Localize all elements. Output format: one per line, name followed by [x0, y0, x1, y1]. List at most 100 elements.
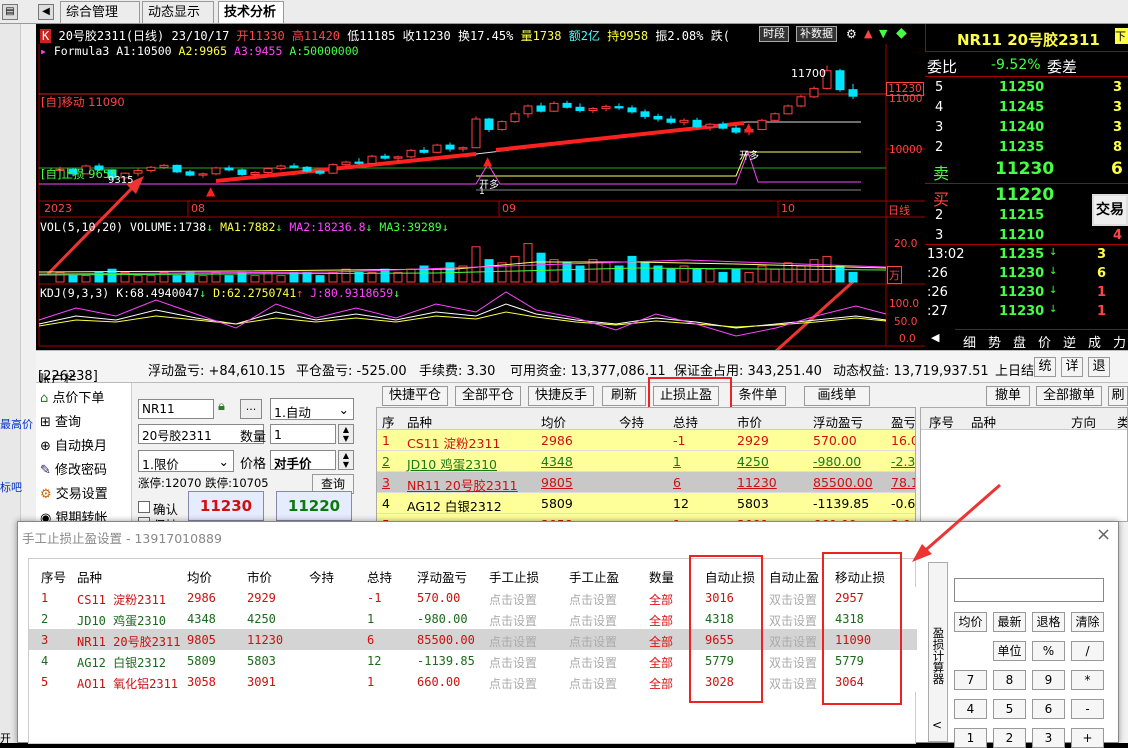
quote-corner-icon[interactable]: 下	[1115, 28, 1128, 44]
menu-trade-settings[interactable]: ⚙ 交易设置	[40, 483, 108, 502]
positions-col[interactable]: 均价	[541, 412, 566, 431]
table-row[interactable]: 4 AG12 白银2312 5809 12 5803 -1139.85 -0.6	[377, 493, 915, 514]
table-row[interactable]: 3 NR11 20号胶2311 9805 11230 6 85500.00 点击设置 点击设置…	[29, 629, 917, 650]
positions-col[interactable]: 浮动盈亏	[813, 412, 863, 431]
sell-button[interactable]: 11220	[276, 491, 352, 521]
calc-key[interactable]: 均价	[954, 612, 987, 632]
tab-trend[interactable]: 势	[988, 332, 1001, 351]
bid-price[interactable]: 11210	[999, 228, 1044, 243]
table-row[interactable]: 3NR11 20号胶2311980561123085500.0078.1	[377, 472, 915, 493]
calc-key[interactable]: 2	[993, 728, 1026, 748]
dialog-col[interactable]: 今持	[309, 567, 334, 586]
buy-price[interactable]: 11220	[995, 185, 1054, 205]
ask-price[interactable]: 11245	[999, 100, 1044, 115]
positions-col[interactable]: 品种	[407, 412, 432, 431]
dialog-col[interactable]: 浮动盈亏	[417, 567, 467, 586]
positions-col[interactable]: 总持	[673, 412, 698, 431]
tab-dynamic-board[interactable]: 动态显示牌	[142, 1, 214, 23]
sidebar-text-high[interactable]: 最高价	[0, 416, 33, 432]
menu-change-password[interactable]: ✎ 修改密码	[40, 459, 107, 478]
orders-col-product[interactable]: 品种	[971, 412, 996, 431]
dialog-col[interactable]: 手工止损	[489, 567, 539, 586]
orders-col-direction[interactable]: 方向	[1071, 412, 1096, 431]
positions-col[interactable]: 今持	[619, 412, 644, 431]
calc-key[interactable]: 1	[954, 728, 987, 748]
confirm-checkbox[interactable]	[138, 501, 150, 513]
kline-chart[interactable]: K 20号胶2311(日线) 23/10/17 开11330 高11420 低1…	[36, 24, 925, 350]
tab-technical-analysis[interactable]: 技术分析	[218, 1, 284, 23]
up-arrow-icon[interactable]: ▲	[864, 27, 872, 40]
tab-reverse[interactable]: 逆	[1063, 332, 1076, 351]
menu-query[interactable]: ⊞ 查询	[40, 411, 81, 430]
dialog-col[interactable]: 序号	[41, 567, 66, 586]
calc-key[interactable]: 6	[1032, 699, 1065, 719]
calc-key[interactable]: %	[1032, 641, 1065, 661]
expand-left-icon[interactable]: ◀	[931, 331, 939, 344]
cancel-order-button[interactable]: 撤单	[986, 386, 1030, 406]
dialog-col[interactable]: 总持	[367, 567, 392, 586]
positions-col[interactable]: 序	[382, 412, 395, 431]
fill-data-button[interactable]: 补数据	[796, 26, 837, 42]
settings-icon[interactable]: ⚙	[846, 27, 857, 41]
calc-key[interactable]: 最新	[993, 612, 1026, 632]
qty-stepper[interactable]: ▲ ▼	[338, 424, 354, 444]
lock-icon[interactable]: 🔒︎	[218, 399, 236, 419]
close-all-button[interactable]: 全部平仓	[455, 386, 521, 406]
refresh-orders-button[interactable]: 刷	[1108, 386, 1128, 406]
tab-force[interactable]: 力	[1113, 332, 1126, 351]
table-row[interactable]: 1CS11 淀粉23112986-12929570.0016.0	[377, 430, 915, 451]
quick-close-button[interactable]: 快捷平仓	[382, 386, 448, 406]
calc-key[interactable]: 8	[993, 670, 1026, 690]
conditional-order-button[interactable]: 条件单	[730, 386, 786, 406]
calc-key[interactable]: 退格	[1032, 612, 1065, 632]
dialog-col[interactable]: 移动止损	[835, 567, 885, 586]
calc-key[interactable]: /	[1071, 641, 1104, 661]
ask-price[interactable]: 11235	[999, 140, 1044, 155]
price-type-select[interactable]: 1.限价 ⌄	[138, 450, 234, 472]
quick-reverse-button[interactable]: 快捷反手	[528, 386, 594, 406]
line-order-button[interactable]: 画线单	[804, 386, 870, 406]
ask-price[interactable]: 11250	[999, 80, 1044, 95]
calculator-display[interactable]	[954, 578, 1104, 602]
table-row[interactable]: 2 JD10 鸡蛋2310 4348 4250 1 -980.00 点击设置 点击设置 全部 43…	[29, 608, 917, 629]
code-browse-button[interactable]: ...	[240, 399, 262, 419]
tab-general[interactable]: 综合管理	[60, 1, 140, 23]
qty-input[interactable]: 1	[270, 424, 336, 444]
trade-button[interactable]: 交易	[1092, 194, 1128, 226]
stats-button[interactable]: 统	[1034, 357, 1056, 377]
down-arrow-icon[interactable]: ▼	[879, 27, 887, 40]
open-close-select[interactable]: 1.自动 ⌄	[270, 398, 354, 420]
diamond-icon[interactable]: ◆	[896, 25, 912, 41]
calc-key[interactable]: 5	[993, 699, 1026, 719]
table-row[interactable]: 5 AO11 氧化铝2311 3058 3091 1 660.00 点击设置 点击设置 全部 30…	[29, 671, 917, 692]
bid-price[interactable]: 11215	[999, 208, 1044, 223]
table-row[interactable]: 4 AG12 白银2312 5809 5803 12 -1139.85 点击设置 点击设置 全部…	[29, 650, 917, 671]
code-input[interactable]: NR11	[138, 399, 214, 419]
calculator-toggle[interactable]: 盈损计算器	[928, 562, 948, 742]
stop-loss-profit-button[interactable]: 止损止盈	[653, 386, 719, 406]
calc-key[interactable]: +	[1071, 728, 1104, 748]
tab-price[interactable]: 价	[1038, 332, 1051, 351]
dialog-col[interactable]: 均价	[187, 567, 212, 586]
table-row[interactable]: 1 CS11 淀粉2311 2986 2929 -1 570.00 点击设置 点击设置 全部 30…	[29, 587, 917, 608]
time-period-button[interactable]: 时段	[759, 26, 789, 42]
orders-col-seq[interactable]: 序号	[929, 412, 954, 431]
menu-quick-order[interactable]: ⌂ 点价下单	[40, 387, 104, 406]
price-input[interactable]: 对手价	[270, 450, 336, 471]
calc-key[interactable]: *	[1071, 670, 1104, 690]
sell-price[interactable]: 11230	[995, 159, 1054, 179]
tab-deal[interactable]: 成	[1088, 332, 1101, 351]
positions-col[interactable]: 盈亏	[891, 412, 915, 431]
menu-auto-rollover[interactable]: ⊕ 自动换月	[40, 435, 107, 454]
calc-key[interactable]: -	[1071, 699, 1104, 719]
positions-col[interactable]: 市价	[737, 412, 762, 431]
table-row[interactable]: 2 JD10 鸡蛋2310 4348 1 4250 -980.00 -2.3	[377, 451, 915, 472]
period-label[interactable]: 日线	[888, 202, 910, 218]
sidebar-text-forum[interactable]: 标吧	[0, 479, 22, 495]
detail-button[interactable]: 详	[1061, 357, 1083, 377]
buy-button[interactable]: 11230	[188, 491, 264, 521]
dialog-col[interactable]: 品种	[77, 567, 102, 586]
cancel-all-button[interactable]: 全部撤单	[1036, 386, 1102, 406]
calc-key[interactable]: 4	[954, 699, 987, 719]
back-icon[interactable]: ◀	[38, 4, 54, 20]
